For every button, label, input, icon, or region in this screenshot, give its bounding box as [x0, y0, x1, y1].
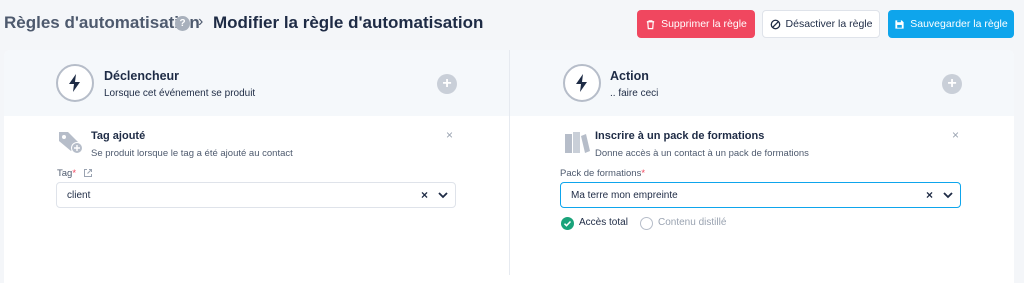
distilled-content-label[interactable]: Contenu distillé [658, 217, 726, 228]
ban-icon [770, 19, 780, 29]
clear-pack-icon[interactable]: × [926, 188, 933, 202]
lightning-icon [56, 64, 94, 102]
action-title: Action [610, 69, 649, 83]
tag-field-label: Tag* [57, 168, 76, 179]
trigger-item-title: Tag ajouté [91, 130, 146, 142]
breadcrumb-parent[interactable]: Règles d'automatisation [4, 13, 200, 33]
tag-add-icon [59, 132, 83, 154]
tag-label-text: Tag [57, 168, 73, 179]
tag-select-value: client [67, 189, 91, 201]
pack-field-label: Pack de formations* [560, 168, 645, 179]
pack-select[interactable]: Ma terre mon empreinte × [560, 182, 961, 208]
pack-label-text: Pack de formations [560, 168, 642, 179]
access-full-radio[interactable] [561, 217, 574, 230]
save-rule-button[interactable]: Sauvegarder la règle [888, 10, 1014, 38]
distilled-content-radio[interactable] [640, 217, 653, 230]
help-icon[interactable]: ? [175, 16, 190, 31]
check-icon [563, 220, 572, 227]
action-item-subtitle: Donne accès à un contact à un pack de fo… [595, 148, 809, 159]
trigger-subtitle: Lorsque cet événement se produit [104, 88, 256, 99]
page-header: Règles d'automatisation ? › Modifier la … [0, 0, 1024, 50]
rule-card: Déclencheur Lorsque cet événement se pro… [4, 50, 1014, 283]
breadcrumb-chevron-icon: › [198, 13, 204, 30]
page-title: Modifier la règle d'automatisation [213, 13, 484, 32]
deactivate-rule-button[interactable]: Désactiver la règle [762, 10, 880, 38]
clear-tag-icon[interactable]: × [421, 188, 428, 202]
access-full-label[interactable]: Accès total [579, 217, 628, 228]
required-mark: * [72, 168, 77, 179]
column-divider [509, 50, 510, 275]
pack-select-value: Ma terre mon empreinte [571, 189, 678, 201]
tag-select[interactable]: client × [56, 182, 456, 208]
action-item-title: Inscrire à un pack de formations [595, 130, 765, 142]
delete-rule-label: Supprimer la règle [661, 18, 747, 30]
chevron-down-icon[interactable] [942, 190, 954, 200]
external-link-icon[interactable] [83, 168, 93, 178]
books-icon [565, 132, 590, 153]
trash-icon [646, 19, 655, 29]
add-action-button[interactable]: + [942, 74, 962, 94]
deactivate-rule-label: Désactiver la règle [785, 18, 873, 30]
remove-action-button[interactable]: × [952, 128, 959, 142]
required-mark: * [641, 168, 646, 179]
lightning-action-icon [563, 64, 601, 102]
save-rule-label: Sauvegarder la règle [910, 18, 1008, 30]
trigger-item-subtitle: Se produit lorsque le tag a été ajouté a… [91, 148, 293, 159]
save-icon [895, 19, 904, 29]
delete-rule-button[interactable]: Supprimer la règle [637, 10, 755, 38]
remove-trigger-button[interactable]: × [446, 128, 453, 142]
trigger-title: Déclencheur [104, 69, 180, 83]
add-trigger-button[interactable]: + [437, 74, 457, 94]
chevron-down-icon[interactable] [437, 190, 449, 200]
action-subtitle: .. faire ceci [610, 88, 659, 99]
